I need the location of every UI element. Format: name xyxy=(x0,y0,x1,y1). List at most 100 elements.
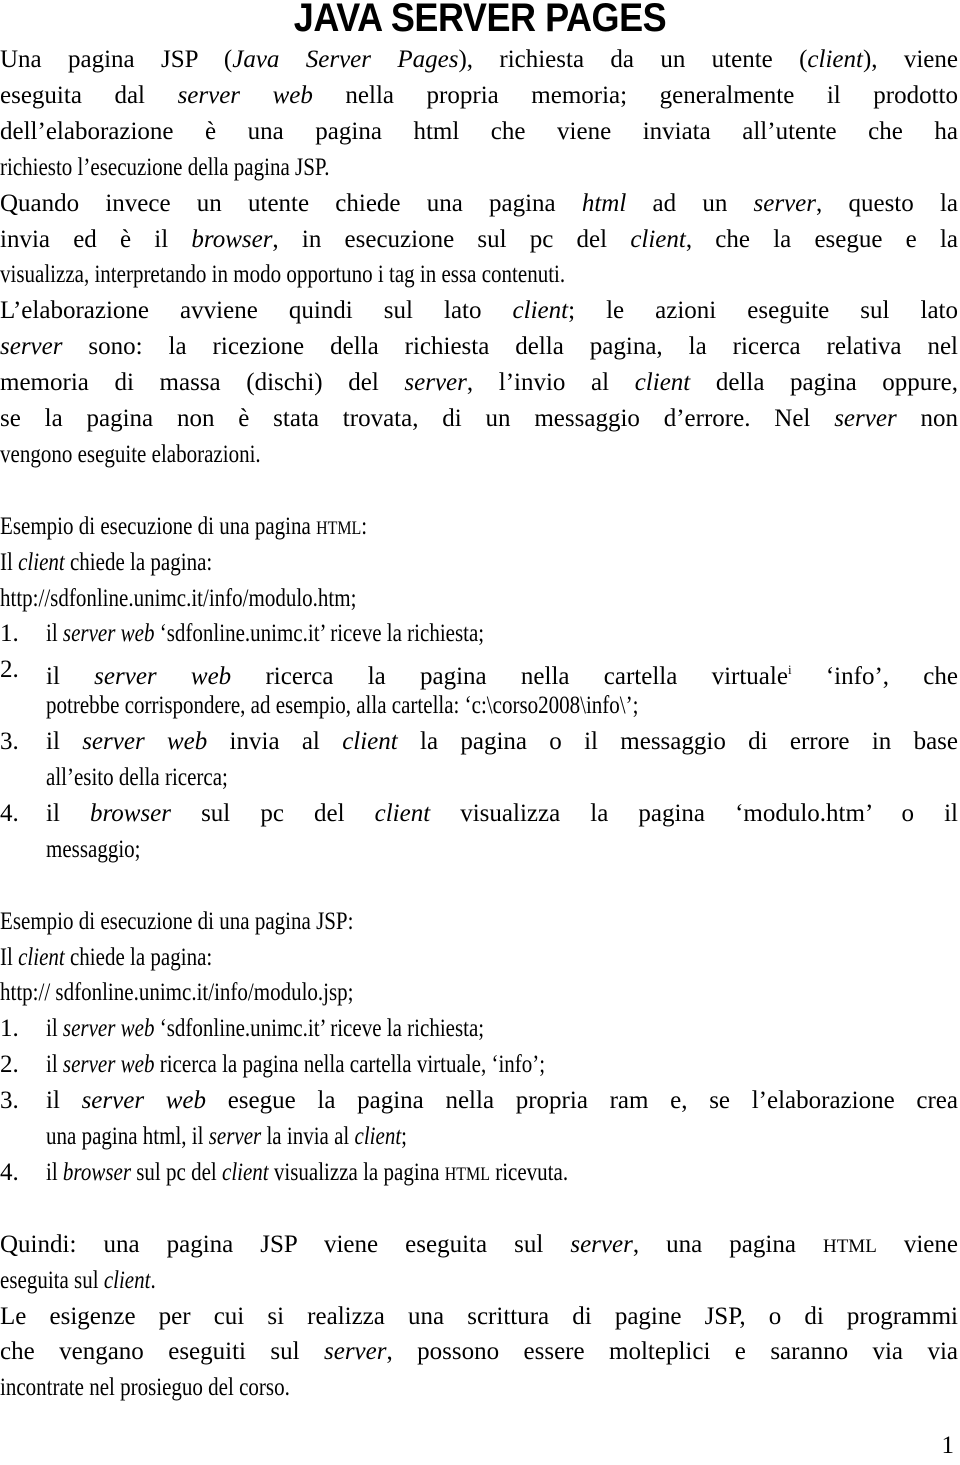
italic-term: browser xyxy=(191,225,273,253)
list-number: 4. xyxy=(0,1158,19,1186)
text-run: dell’elaborazione è una pagina html che … xyxy=(0,117,958,145)
text-line: Esempio di esecuzione di una pagina JSP: xyxy=(0,904,958,940)
text-run: il xyxy=(46,1158,63,1186)
text-run: Il xyxy=(0,548,19,576)
italic-term: client xyxy=(807,46,863,73)
italic-term: client xyxy=(630,225,686,253)
list-item-line: 1. il server web ‘sdfonline.unimc.it’ ric… xyxy=(0,1011,958,1047)
list-item-line: 3. il server web esegue la pagina nella p… xyxy=(0,1083,958,1119)
list-number: 1. xyxy=(0,620,19,648)
italic-term: server web xyxy=(94,663,232,691)
text-run: il xyxy=(46,728,83,756)
text-line: eseguita dal server web nella propria me… xyxy=(0,78,958,114)
italic-term: browser xyxy=(89,799,171,827)
text-run: HTML xyxy=(444,1163,490,1185)
document-title: JAVA SERVER PAGES xyxy=(293,0,667,40)
text-run: . xyxy=(150,1266,156,1294)
text-run: della pagina oppure, xyxy=(690,369,958,397)
text-line: una pagina html, il server la invia al c… xyxy=(46,1119,958,1155)
text-run: ‘sdfonline.unimc.it’ riceve la richiesta… xyxy=(154,620,485,648)
text-run: il xyxy=(46,799,90,827)
text-run: chiede la pagina: xyxy=(64,943,213,971)
text-run: Le esigenze per cui si realizza una scri… xyxy=(0,1302,958,1330)
text-line: se la pagina non è stata trovata, di un … xyxy=(0,401,958,437)
italic-term: browser xyxy=(62,1158,131,1186)
italic-term: server web xyxy=(62,1051,155,1079)
text-run: Esempio di esecuzione di una pagina JSP: xyxy=(0,907,354,935)
text-line: invia ed è il browser, in esecuzione sul… xyxy=(0,222,958,258)
italic-term: server xyxy=(208,1123,262,1150)
text-run: , l’invio al xyxy=(466,369,635,397)
italic-term: server xyxy=(404,369,467,397)
italic-term: server xyxy=(570,1230,633,1258)
text-line: Le esigenze per cui si realizza una scri… xyxy=(0,1299,958,1335)
text-run: , questo la xyxy=(816,189,958,217)
text-run: non xyxy=(896,405,959,432)
text-run: invia ed è il xyxy=(0,225,192,253)
italic-term: client xyxy=(103,1266,151,1294)
list-item-line: 3. il server web invia al client la pagin… xyxy=(0,724,958,760)
text-run: il xyxy=(46,1015,63,1043)
text-run: il xyxy=(46,1087,82,1115)
text-run: una pagina html, il xyxy=(46,1123,209,1150)
italic-term: server xyxy=(834,405,897,432)
text-run: , che la esegue e la xyxy=(685,225,958,253)
list-number: 2. xyxy=(0,1051,19,1079)
text-run: ), viene xyxy=(862,46,958,73)
text-run: la pagina o il messaggio di errore in ba… xyxy=(397,728,958,756)
text-run: sul pc del xyxy=(171,799,375,827)
text-run: il xyxy=(46,620,63,648)
text-run: il xyxy=(46,1051,63,1079)
text-line: eseguita sul client. xyxy=(0,1263,958,1299)
text-run: Il xyxy=(0,943,19,971)
text-run: visualizza la pagina xyxy=(268,1158,445,1186)
list-item-line: 2. il server web ricerca la pagina nella … xyxy=(0,652,958,691)
italic-term: server xyxy=(0,333,63,361)
text-run: chiede la pagina: xyxy=(64,548,213,576)
italic-term: client xyxy=(512,297,569,325)
text-line: Una pagina JSP (Java Server Pages), rich… xyxy=(0,42,958,78)
list-item-line: 1. il server web ‘sdfonline.unimc.it’ ric… xyxy=(0,616,958,652)
text-run: potrebbe corrispondere, ad esempio, alla… xyxy=(46,692,639,720)
italic-term: server xyxy=(753,189,817,217)
text-line: Esempio di esecuzione di una pagina HTML… xyxy=(0,509,958,545)
text-run: visualizza la pagina ‘modulo.htm’ o il xyxy=(430,799,958,827)
text-run: memoria di massa (dischi) del xyxy=(0,369,405,397)
text-line: all’esito della ricerca; xyxy=(46,760,958,796)
text-run: Quindi: una pagina JSP viene eseguita su… xyxy=(0,1230,571,1258)
text-run: invia al xyxy=(207,728,343,756)
text-line: incontrate nel prosieguo del corso. xyxy=(0,1370,958,1406)
text-run: messaggio; xyxy=(46,835,141,863)
text-line: http:// sdfonline.unimc.it/info/modulo.j… xyxy=(0,975,958,1011)
italic-term: server xyxy=(324,1338,387,1366)
text-run: , possono essere molteplici e saranno vi… xyxy=(386,1338,958,1366)
text-line: che vengano eseguiti sul server, possono… xyxy=(0,1334,958,1370)
page-number: 1 xyxy=(941,1432,955,1459)
italic-term: server web xyxy=(81,1087,207,1115)
italic-term: server web xyxy=(62,1015,155,1043)
italic-term: server web xyxy=(82,728,208,756)
text-run: HTML xyxy=(822,1235,877,1257)
text-run: , in esecuzione sul pc del xyxy=(272,225,631,253)
text-run: vengono eseguite elaborazioni. xyxy=(0,440,261,468)
text-run: eseguita sul xyxy=(0,1266,104,1294)
text-run: Esempio di esecuzione di una pagina xyxy=(0,512,317,540)
text-line: L’elaborazione avviene quindi sul lato c… xyxy=(0,293,958,329)
text-line: Quindi: una pagina JSP viene eseguita su… xyxy=(0,1227,958,1263)
text-run: : xyxy=(361,512,368,540)
text-run: Una pagina JSP ( xyxy=(0,46,233,73)
list-number: 3. xyxy=(0,1087,19,1115)
text-run: la invia al xyxy=(261,1123,355,1150)
text-line: Il client chiede la pagina: xyxy=(0,545,958,581)
text-run: nella propria memoria; generalmente il p… xyxy=(312,81,959,109)
list-item-line: 2. il server web ricerca la pagina nella … xyxy=(0,1047,958,1083)
text-run: esegue la pagina nella propria ram e, se… xyxy=(206,1087,958,1115)
text-run: all’esito della ricerca; xyxy=(46,764,228,791)
text-run: ad un xyxy=(626,189,754,217)
text-line: Quando invece un utente chiede una pagin… xyxy=(0,186,958,222)
text-run: viene xyxy=(876,1230,959,1258)
text-run: visualizza, interpretando in modo opport… xyxy=(0,261,566,289)
text-run: HTML xyxy=(316,517,362,539)
italic-term: server web xyxy=(177,81,313,109)
list-number: 4. xyxy=(0,799,19,827)
